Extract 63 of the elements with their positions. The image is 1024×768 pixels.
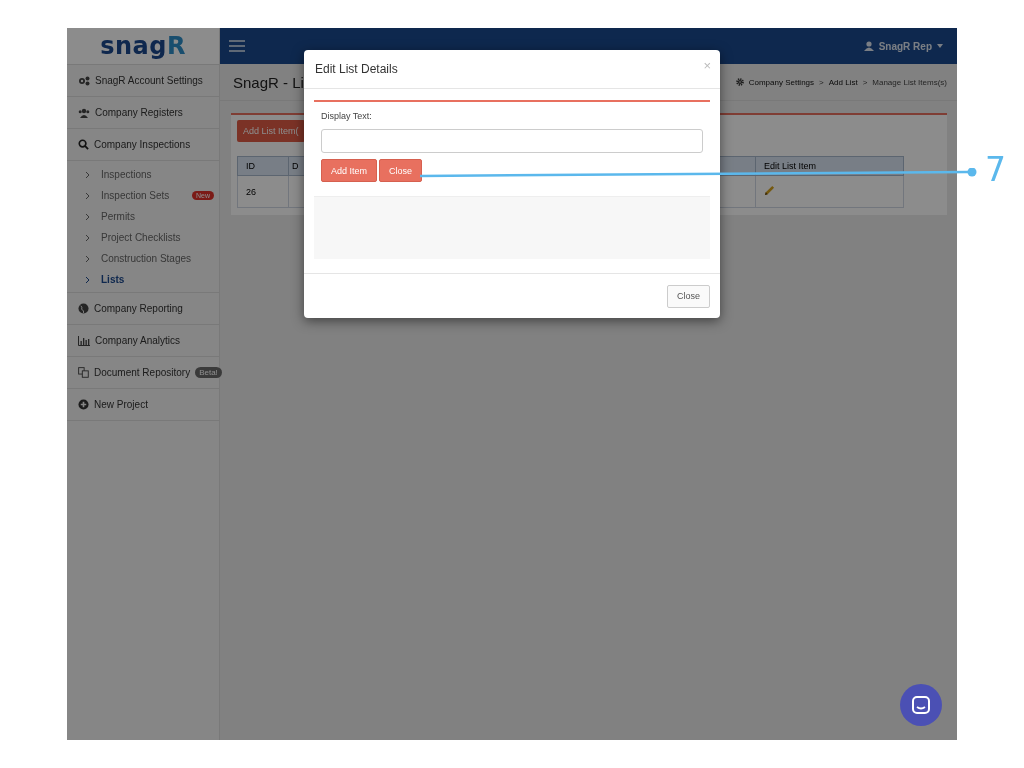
callout-number: 7 xyxy=(985,153,1006,186)
documents-icon xyxy=(78,367,89,378)
chevron-icon xyxy=(85,275,90,284)
submenu-label: Inspections xyxy=(101,169,152,180)
gear-icon xyxy=(735,78,744,86)
users-icon xyxy=(78,107,90,118)
submenu-item[interactable]: Construction Stages xyxy=(67,248,219,269)
sidebar-item[interactable]: SnagR Account Settings xyxy=(67,65,219,97)
add-icon xyxy=(78,399,89,410)
user-menu[interactable]: SnagR Rep xyxy=(863,40,943,52)
submenu-label: Project Checklists xyxy=(101,232,181,243)
chevron-icon xyxy=(85,212,90,221)
column-header: ID xyxy=(237,156,289,176)
add-list-item-button[interactable]: Add List Item( xyxy=(237,120,305,142)
sidebar-item-label: Company Inspections xyxy=(94,139,191,150)
sidebar-item-label: SnagR Account Settings xyxy=(95,75,203,86)
chevron-icon xyxy=(85,191,90,200)
submenu-item[interactable]: Inspections xyxy=(67,164,219,185)
table-cell: 26 xyxy=(237,175,289,208)
sidebar-item[interactable]: New Project xyxy=(67,389,219,421)
logo: snagR xyxy=(100,32,186,60)
bar-chart-icon xyxy=(78,335,90,346)
sidebar-item[interactable]: Company Reporting xyxy=(67,293,219,325)
chevron-icon xyxy=(85,233,90,242)
page-title: SnagR - Li xyxy=(233,73,304,91)
submenu-label: Construction Stages xyxy=(101,253,192,264)
sidebar-item[interactable]: Document Repository Beta! xyxy=(67,357,219,389)
caret-icon xyxy=(937,44,943,48)
sidebar-item-label: New Project xyxy=(94,399,148,410)
submenu-item[interactable]: Permits xyxy=(67,206,219,227)
submenu-label: Permits xyxy=(101,211,135,222)
modal-title: Edit List Details xyxy=(315,62,398,76)
sidebar-item[interactable]: Company Analytics xyxy=(67,325,219,357)
pencil-icon[interactable] xyxy=(764,185,775,196)
user-icon xyxy=(863,41,874,51)
sidebar-item[interactable]: Company Registers xyxy=(67,97,219,129)
sidebar-item-label: Company Registers xyxy=(95,107,183,118)
menu-icon[interactable] xyxy=(229,40,245,52)
gears-icon xyxy=(78,75,90,86)
breadcrumb-link[interactable]: Manage List Items(s) xyxy=(872,77,947,87)
submenu-item[interactable]: Project Checklists xyxy=(67,227,219,248)
sidebar-item-label: Company Analytics xyxy=(95,335,181,346)
sidebar-item-label: Company Reporting xyxy=(94,303,183,314)
search-icon xyxy=(78,139,89,150)
beta-badge: Beta! xyxy=(195,367,222,378)
footer-close-button[interactable]: Close xyxy=(667,284,710,308)
modal-action-button[interactable]: Close xyxy=(379,159,423,182)
breadcrumb-separator: > xyxy=(862,77,868,87)
chevron-icon xyxy=(85,254,90,263)
field-label: Display Text: xyxy=(321,111,373,121)
sidebar-item[interactable]: Company Inspections xyxy=(67,129,219,161)
breadcrumb-link[interactable]: Company Settings xyxy=(748,77,815,87)
sidebar-item-label: Document Repository xyxy=(94,367,191,378)
chat-icon xyxy=(912,696,930,714)
submenu-label: Inspection Sets xyxy=(101,190,170,201)
submenu-label: Lists xyxy=(101,274,125,285)
modal-action-button[interactable]: Add Item xyxy=(321,159,378,182)
breadcrumb-link[interactable]: Add List xyxy=(828,77,858,87)
submenu-item[interactable]: Lists xyxy=(67,269,219,290)
chevron-icon xyxy=(85,170,90,179)
breadcrumb-separator: > xyxy=(819,77,824,87)
display-text-field[interactable] xyxy=(321,129,703,153)
globe-icon xyxy=(78,303,89,314)
